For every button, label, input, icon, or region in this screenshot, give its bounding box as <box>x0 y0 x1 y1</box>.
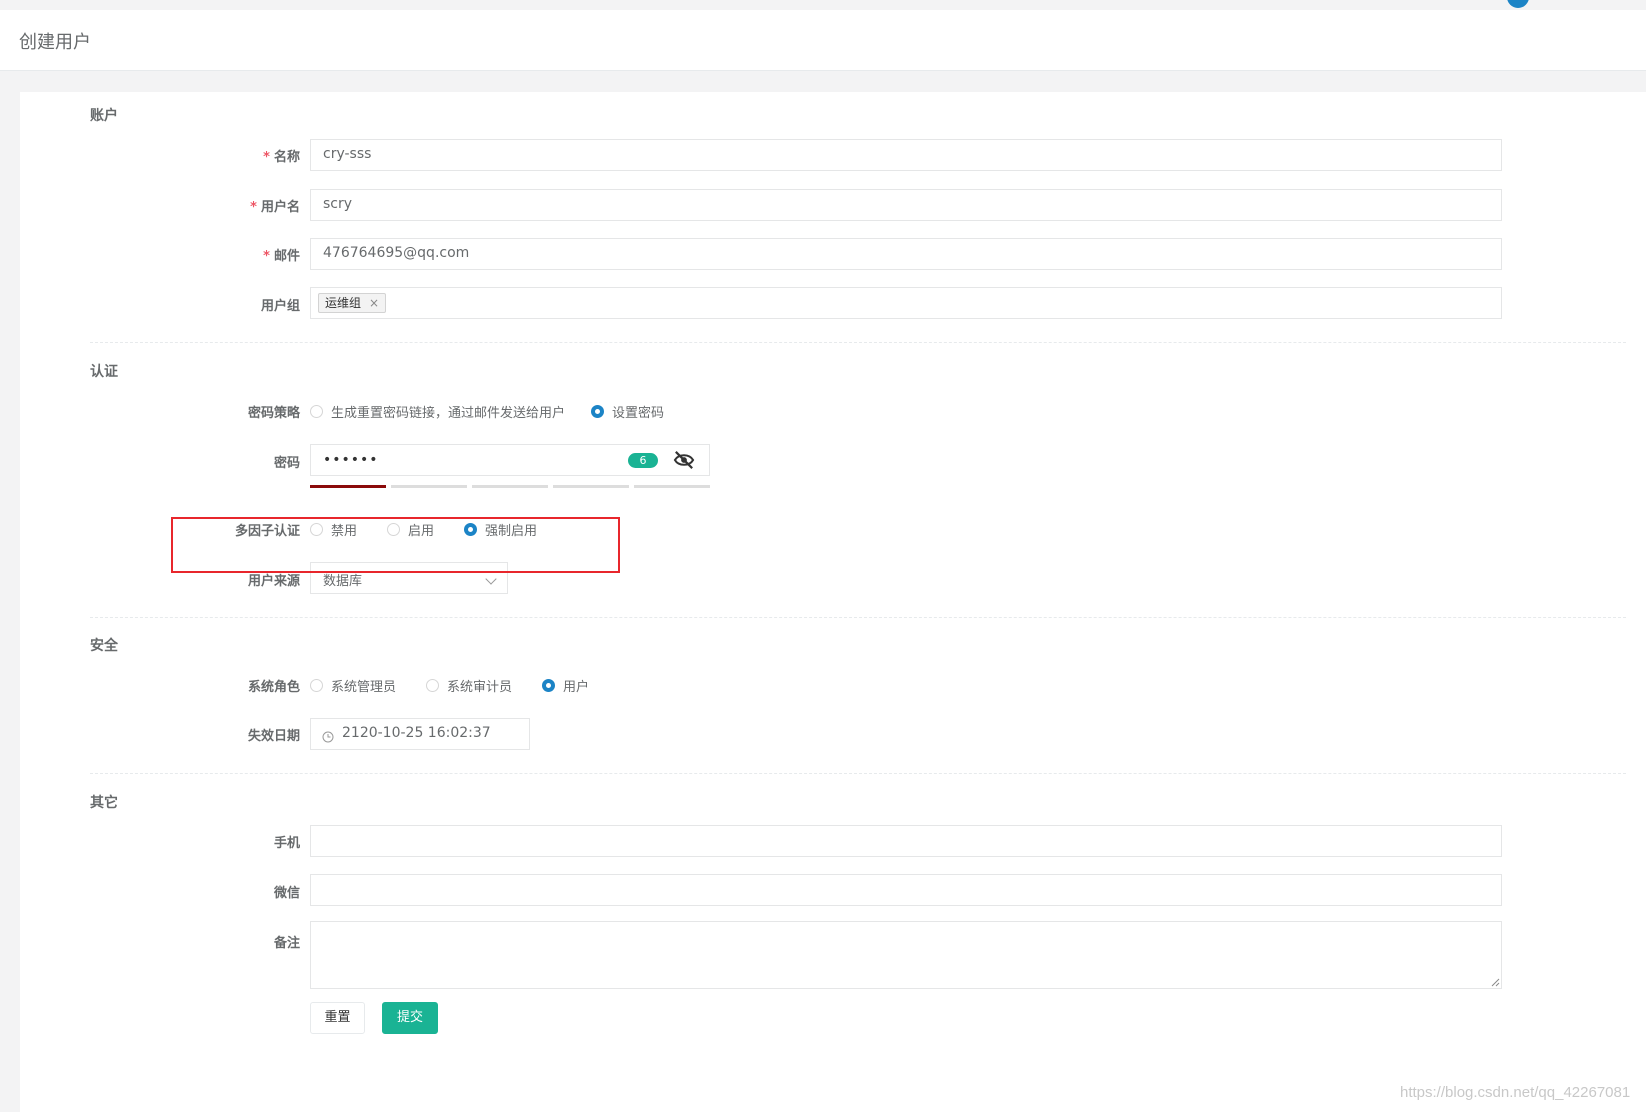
password-label: 密码 <box>273 456 300 471</box>
radio-checked-icon <box>542 679 556 692</box>
wechat-label: 微信 <box>273 886 300 901</box>
required-mark: * <box>250 200 257 215</box>
radio-checked-icon <box>591 405 605 418</box>
comment-label: 备注 <box>273 936 300 951</box>
role-label: 系统角色 <box>247 680 300 695</box>
email-label: * 邮件 <box>263 249 300 264</box>
strength-segment <box>310 485 386 488</box>
strength-segment <box>472 485 548 488</box>
clock-icon <box>322 731 334 743</box>
required-mark: * <box>263 150 270 165</box>
radio-role-auditor[interactable]: 系统审计员 <box>426 675 512 695</box>
reset-button[interactable]: 重置 <box>310 1002 365 1034</box>
email-input[interactable]: 476764695@qq.com <box>310 238 1502 270</box>
password-length-badge: 6 <box>628 453 658 468</box>
expire-date-input[interactable]: 2120-10-25 16:02:37 <box>310 718 530 750</box>
expire-date-value: 2120-10-25 16:02:37 <box>342 725 491 741</box>
divider <box>90 617 1626 618</box>
watermark: https://blog.csdn.net/qq_42267081 <box>1400 1084 1631 1101</box>
strength-segment <box>634 485 710 488</box>
role-radio-group: 系统管理员 系统审计员 用户 <box>310 675 619 695</box>
section-title-account: 账户 <box>90 108 118 124</box>
radio-reset-link[interactable]: 生成重置密码链接，通过邮件发送给用户 <box>310 401 565 421</box>
group-tag: 运维组 × <box>318 293 387 313</box>
resize-handle-icon[interactable] <box>1491 978 1500 987</box>
annotation-highlight-box <box>171 517 620 573</box>
chevron-down-icon <box>485 573 497 585</box>
remove-tag-icon[interactable]: × <box>369 296 379 310</box>
strength-segment <box>391 485 467 488</box>
password-strength-meter <box>310 485 710 488</box>
radio-icon <box>310 405 323 418</box>
radio-role-user[interactable]: 用户 <box>542 675 589 695</box>
section-title-other: 其它 <box>90 795 118 811</box>
password-value: •••••• <box>323 452 379 468</box>
name-label: * 名称 <box>263 150 300 165</box>
submit-button[interactable]: 提交 <box>382 1002 438 1034</box>
group-label: 用户组 <box>260 299 300 314</box>
eye-off-icon[interactable] <box>673 450 695 470</box>
phone-label: 手机 <box>273 836 300 851</box>
required-mark: * <box>263 249 270 264</box>
page-header: 创建用户 <box>0 10 1646 71</box>
radio-icon <box>310 679 323 692</box>
strength-segment <box>553 485 629 488</box>
section-title-auth: 认证 <box>90 364 118 380</box>
username-input[interactable]: scry <box>310 189 1502 221</box>
expire-label: 失效日期 <box>247 729 300 744</box>
wechat-input[interactable] <box>310 874 1502 906</box>
section-title-security: 安全 <box>90 638 118 654</box>
password-input[interactable]: •••••• 6 <box>310 444 710 476</box>
radio-set-password[interactable]: 设置密码 <box>591 401 664 421</box>
page-title: 创建用户 <box>19 32 91 53</box>
divider <box>90 773 1626 774</box>
user-avatar[interactable] <box>1507 0 1529 8</box>
password-policy-radio-group: 生成重置密码链接，通过邮件发送给用户 设置密码 <box>310 401 694 421</box>
username-label: * 用户名 <box>250 200 300 215</box>
top-bar <box>0 0 1646 10</box>
name-input[interactable]: cry-sss <box>310 139 1502 171</box>
password-policy-label: 密码策略 <box>247 406 300 421</box>
phone-input[interactable] <box>310 825 1502 857</box>
form-panel: 账户 * 名称 cry-sss * 用户名 scry * 邮件 476764695@q… <box>20 92 1646 1112</box>
group-select[interactable]: 运维组 × <box>310 287 1502 319</box>
radio-role-admin[interactable]: 系统管理员 <box>310 675 396 695</box>
comment-textarea[interactable] <box>310 921 1502 989</box>
divider <box>90 342 1626 343</box>
radio-icon <box>426 679 440 692</box>
